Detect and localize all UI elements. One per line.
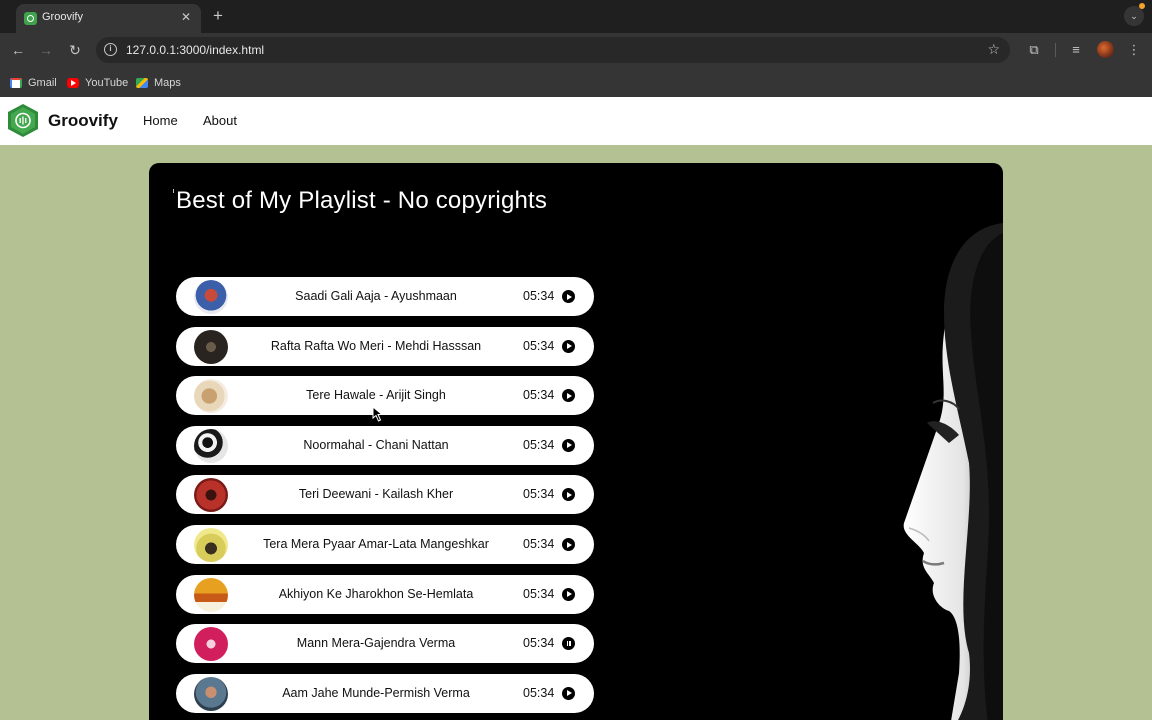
forward-icon[interactable]: → — [36, 40, 56, 60]
playlist-container: Best of My Playlist - No copyrights Saad… — [149, 163, 1003, 720]
toolbar-divider — [1055, 43, 1056, 57]
reload-icon[interactable]: ↻ — [65, 40, 85, 60]
pause-icon[interactable] — [562, 637, 575, 651]
song-duration: 05:34 — [523, 685, 555, 700]
song-title: Aam Jahe Munde-Permish Verma — [282, 685, 470, 700]
browser-chrome: Groovify ✕ + ⌄ ← → ↻ i 127.0.0.1:3000/in… — [0, 0, 1152, 97]
groovify-logo-icon[interactable] — [7, 103, 39, 138]
song-duration: 05:34 — [523, 289, 555, 303]
play-icon[interactable] — [562, 389, 575, 403]
groovify-favicon-icon — [24, 12, 37, 25]
song-title: Tera Mera Pyaar Amar-Lata Mangeshkar — [263, 537, 489, 551]
site-navbar: Groovify Home About — [0, 97, 1152, 145]
gmail-icon — [10, 78, 22, 88]
song-duration: 05:34 — [523, 636, 555, 651]
song-item[interactable]: Tera Mera Pyaar Amar-Lata Mangeshkar 05:… — [176, 525, 594, 564]
song-cover-image — [194, 478, 228, 513]
extensions-icon[interactable]: ⧉ — [1025, 41, 1043, 59]
new-tab-icon[interactable]: + — [208, 6, 228, 26]
play-icon[interactable] — [562, 686, 575, 700]
tab-title: Groovify — [42, 11, 83, 23]
bookmark-label: Gmail — [28, 77, 57, 89]
song-cover-image — [194, 280, 228, 314]
song-item[interactable]: Saadi Gali Aaja - Ayushmaan 05:34 — [176, 277, 594, 316]
song-cover-image — [194, 627, 228, 662]
maps-icon — [136, 78, 148, 88]
song-cover-image — [194, 379, 228, 414]
song-duration: 05:34 — [523, 437, 555, 452]
bookmarks-bar: Gmail YouTube Maps — [0, 67, 1152, 97]
play-icon[interactable] — [562, 438, 575, 452]
address-url[interactable]: 127.0.0.1:3000/index.html — [126, 43, 264, 57]
play-icon[interactable] — [562, 339, 575, 353]
bookmark-star-icon[interactable]: ☆ — [987, 41, 1000, 58]
address-bar[interactable]: i 127.0.0.1:3000/index.html ☆ — [96, 37, 1010, 63]
song-cover-image — [194, 528, 228, 562]
song-item[interactable]: Mann Mera-Gajendra Verma 05:34 — [176, 624, 594, 664]
song-item[interactable]: Rafta Rafta Wo Meri - Mehdi Hasssan 05:3… — [176, 326, 594, 366]
site-info-icon[interactable]: i — [104, 43, 117, 56]
browser-toolbar: ← → ↻ i 127.0.0.1:3000/index.html ☆ ⧉ ≡ … — [0, 33, 1152, 67]
song-duration: 05:34 — [523, 487, 555, 502]
bookmark-gmail[interactable]: Gmail — [10, 76, 57, 90]
song-duration: 05:34 — [523, 388, 555, 403]
song-cover-image — [194, 329, 228, 364]
song-item[interactable]: Noormahal - Chani Nattan 05:34 — [176, 425, 594, 465]
play-icon[interactable] — [562, 587, 575, 601]
song-item[interactable]: Akhiyon Ke Jharokhon Se-Hemlata 05:34 — [176, 574, 594, 614]
update-indicator-icon — [1139, 3, 1145, 9]
close-tab-icon[interactable]: ✕ — [178, 9, 194, 25]
song-title: Saadi Gali Aaja - Ayushmaan — [295, 289, 457, 303]
song-title: Rafta Rafta Wo Meri - Mehdi Hasssan — [270, 338, 482, 353]
song-duration: 05:34 — [523, 537, 555, 551]
nav-link-home[interactable]: Home — [143, 113, 178, 128]
playlist-title: Best of My Playlist - No copyrights — [176, 187, 548, 214]
back-icon[interactable]: ← — [8, 40, 28, 60]
play-icon[interactable] — [562, 290, 575, 303]
song-item[interactable]: Tere Hawale - Arijit Singh 05:34 — [176, 376, 594, 416]
song-item[interactable]: Aam Jahe Munde-Permish Verma 05:34 — [176, 673, 594, 713]
song-item[interactable]: Teri Deewani - Kailash Kher 05:34 — [176, 475, 594, 515]
bookmark-label: Maps — [154, 77, 181, 89]
mouse-cursor-icon — [372, 406, 384, 422]
brand-name[interactable]: Groovify — [48, 111, 118, 131]
title-marker — [173, 189, 174, 193]
media-controls-icon[interactable]: ≡ — [1067, 41, 1085, 59]
bookmark-maps[interactable]: Maps — [136, 76, 181, 90]
song-cover-image — [194, 428, 228, 463]
bookmark-youtube[interactable]: YouTube — [67, 76, 128, 90]
profile-avatar[interactable] — [1097, 41, 1114, 58]
tab-search-icon[interactable]: ⌄ — [1124, 6, 1144, 26]
song-title: Noormahal - Chani Nattan — [303, 437, 449, 452]
song-title: Mann Mera-Gajendra Verma — [296, 636, 456, 651]
song-title: Teri Deewani - Kailash Kher — [298, 487, 454, 502]
hero-portrait-image — [903, 223, 1003, 720]
song-cover-image — [194, 577, 228, 612]
song-title: Akhiyon Ke Jharokhon Se-Hemlata — [278, 586, 474, 601]
song-title: Tere Hawale - Arijit Singh — [306, 388, 446, 403]
song-duration: 05:34 — [523, 338, 555, 353]
play-icon[interactable] — [562, 538, 575, 551]
song-cover-image — [194, 676, 228, 711]
nav-link-about[interactable]: About — [203, 113, 237, 128]
browser-tab[interactable]: Groovify ✕ — [16, 4, 201, 33]
youtube-icon — [67, 78, 79, 88]
tab-strip: Groovify ✕ + ⌄ — [0, 0, 1152, 33]
play-icon[interactable] — [562, 488, 575, 502]
bookmark-label: YouTube — [85, 77, 129, 89]
song-duration: 05:34 — [523, 586, 555, 601]
menu-icon[interactable]: ⋮ — [1125, 41, 1143, 59]
